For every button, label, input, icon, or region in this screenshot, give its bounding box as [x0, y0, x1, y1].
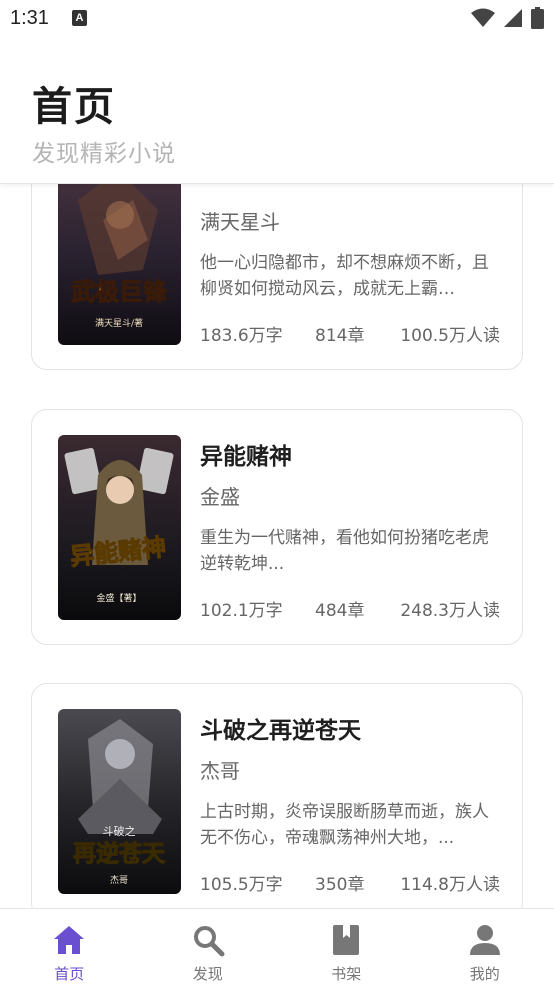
- page-header: 首页 发现精彩小说: [0, 40, 554, 184]
- book-icon: [333, 925, 360, 955]
- book-list[interactable]: 武极巨锋 满天星斗/著 满天星斗 他一心归隐都市，却不想麻烦不断，且柳贤如何搅动…: [0, 184, 554, 908]
- book-card[interactable]: 异能赌神 金盛【著】 异能赌神 金盛 重生为一代赌神，看他如何扮猪吃老虎逆转乾坤…: [31, 409, 523, 645]
- cover-author: 满天星斗/著: [95, 317, 143, 329]
- cover-author: 金盛【著】: [96, 592, 141, 604]
- book-card[interactable]: 斗破之 再逆苍天 杰哥 斗破之再逆苍天 杰哥 上古时期，炎帝误服断肠草而逝，族人…: [31, 683, 523, 908]
- reader-count: 114.8万人读: [400, 875, 500, 895]
- tab-home[interactable]: 首页: [0, 909, 139, 984]
- book-author: 满天星斗: [200, 210, 280, 234]
- book-cover[interactable]: 斗破之 再逆苍天 杰哥: [58, 709, 181, 894]
- chapter-count: 484章: [315, 601, 365, 621]
- book-cover[interactable]: 异能赌神 金盛【著】: [58, 435, 181, 620]
- tab-profile[interactable]: 我的: [416, 909, 554, 984]
- tab-discover[interactable]: 发现: [139, 909, 278, 984]
- cover-title: 武极巨锋: [71, 278, 168, 306]
- book-cover[interactable]: 武极巨锋 满天星斗/著: [58, 184, 181, 345]
- tab-label: 我的: [469, 965, 500, 983]
- svg-text:斗破之: 斗破之: [103, 824, 136, 838]
- notification-a-icon: A: [72, 10, 87, 26]
- book-description: 重生为一代赌神，看他如何扮猪吃老虎逆转乾坤...: [200, 528, 489, 574]
- book-title[interactable]: 斗破之再逆苍天: [200, 711, 361, 745]
- book-author: 金盛: [200, 485, 240, 509]
- book-title[interactable]: 异能赌神: [200, 437, 292, 471]
- book-description: 他一心归隐都市，却不想麻烦不断，且柳贤如何搅动风云，成就无上霸…: [200, 253, 489, 299]
- book-author: 杰哥: [200, 759, 240, 783]
- word-count: 102.1万字: [200, 601, 283, 621]
- wifi-icon: [471, 8, 495, 27]
- cover-title: 再逆苍天: [73, 840, 166, 867]
- chapter-count: 350章: [315, 875, 365, 895]
- home-icon: [54, 926, 85, 954]
- cell-signal-icon: [504, 9, 522, 27]
- tab-label: 发现: [192, 965, 223, 983]
- page-title: 首页: [32, 84, 116, 130]
- book-card[interactable]: 武极巨锋 满天星斗/著 满天星斗 他一心归隐都市，却不想麻烦不断，且柳贤如何搅动…: [31, 184, 523, 370]
- status-indicators: [471, 7, 544, 29]
- battery-icon: [531, 7, 544, 29]
- word-count: 105.5万字: [200, 875, 283, 895]
- user-icon: [469, 925, 500, 955]
- reader-count: 248.3万人读: [400, 601, 500, 621]
- cover-author: 杰哥: [110, 874, 128, 886]
- book-description: 上古时期，炎帝误服断肠草而逝，族人无不伤心，帝魂飘荡神州大地，...: [200, 802, 489, 848]
- page-subtitle: 发现精彩小说: [32, 141, 176, 167]
- chapter-count: 814章: [315, 326, 365, 346]
- tab-label: 首页: [54, 965, 85, 983]
- tab-label: 书架: [331, 965, 362, 983]
- bottom-tab-bar: 首页 发现 书架 我的: [0, 908, 554, 984]
- tab-bookshelf[interactable]: 书架: [277, 909, 416, 984]
- status-time: 1:31: [10, 7, 49, 29]
- status-bar: 1:31 A: [0, 0, 554, 40]
- search-icon: [193, 926, 225, 957]
- word-count: 183.6万字: [200, 326, 283, 346]
- reader-count: 100.5万人读: [400, 326, 500, 346]
